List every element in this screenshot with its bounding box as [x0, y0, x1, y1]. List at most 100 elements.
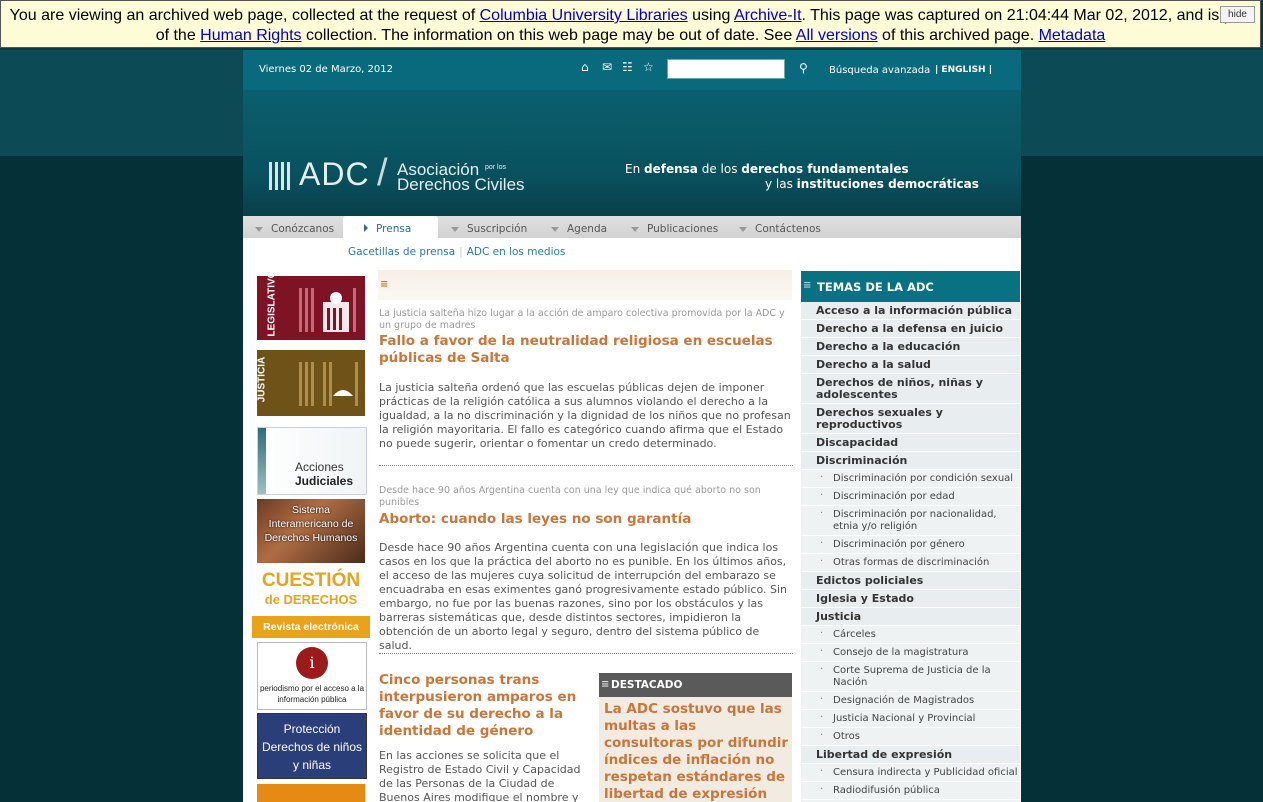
article-2-kicker: Desde hace 90 años Argentina cuenta con … — [379, 485, 761, 508]
columbia-link[interactable]: Columbia University Libraries — [480, 7, 688, 24]
tagline-line2: y las instituciones democráticas — [765, 177, 979, 191]
hide-button[interactable]: hide — [1220, 6, 1255, 23]
archive-banner: You are viewing an archived web page, co… — [0, 0, 1261, 48]
temas-category-item[interactable]: Derecho a la defensa en juicio — [801, 320, 1020, 338]
logo-bars-icon[interactable] — [269, 162, 293, 190]
archive-text-5: of this archived page. — [877, 27, 1039, 44]
article-2-body: Desde hace 90 años Argentina cuenta con … — [379, 541, 787, 652]
scales-icon — [299, 362, 358, 406]
temas-category-item[interactable]: Derechos sexuales y reproductivos — [801, 404, 1020, 434]
justicia-label: JUSTICIA — [256, 356, 268, 403]
temas-subcategory-item[interactable]: Otros — [801, 728, 1020, 746]
periodismo-label: periodismo por el acceso a la informació… — [259, 684, 365, 704]
articles-header: ≡ — [378, 270, 792, 300]
article-1-title[interactable]: Fallo a favor de la neutralidad religios… — [379, 333, 789, 367]
proteccion-banner[interactable]: Protección Derechos de niños y niñas — [257, 713, 367, 779]
nav-conozcanos[interactable]: Conózcanos — [255, 223, 334, 235]
acciones-label: Acciones — [295, 460, 344, 474]
page: Viernes 02 de Marzo, 2012 ⌂ ✉ ☷ ☆ ⚲ Búsq… — [243, 50, 1021, 802]
temas-category-item[interactable]: Edictos policiales — [801, 572, 1020, 590]
temas-category-item[interactable]: Discriminación — [801, 452, 1020, 470]
search-icon[interactable]: ⚲ — [799, 61, 808, 75]
list-icon: ≡ — [803, 280, 812, 291]
cuestion-label: CUESTIÓN — [261, 570, 361, 591]
top-bar: Viernes 02 de Marzo, 2012 ⌂ ✉ ☷ ☆ ⚲ Búsq… — [243, 50, 1021, 90]
all-versions-link[interactable]: All versions — [796, 27, 878, 44]
de-derechos-label: de DERECHOS — [264, 592, 358, 607]
subnav-gacetillas[interactable]: Gacetillas de prensa — [348, 246, 455, 258]
tagline-line1: En defensa de los derechos fundamentales — [625, 162, 909, 176]
nav-publicaciones[interactable]: Publicaciones — [631, 223, 718, 235]
english-link[interactable]: | ENGLISH | — [935, 65, 992, 75]
logo-slash: / — [377, 152, 388, 194]
advanced-search-link[interactable]: Búsqueda avanzada — [829, 65, 930, 76]
temas-category-item[interactable]: Derechos de niños, niñas y adolescentes — [801, 374, 1020, 404]
temas-subcategory-item[interactable]: Consejo de la magistratura — [801, 644, 1020, 662]
logo-adc[interactable]: ADC — [299, 156, 370, 193]
temas-category-item[interactable]: Libertad de expresión — [801, 746, 1020, 764]
temas-category-item[interactable]: Acceso a la información pública — [801, 302, 1020, 320]
star-icon[interactable]: ☆ — [643, 60, 654, 74]
temas-subcategory-item[interactable]: Discriminación por condición sexual — [801, 470, 1020, 488]
legislativo-label: LEGISLATIVO — [266, 270, 278, 337]
revista-label: Revista electrónica — [252, 616, 370, 638]
temas-subcategory-item[interactable]: Discriminación por nacionalidad, etnia y… — [801, 506, 1020, 536]
temas-subcategory-item[interactable]: Cárceles — [801, 626, 1020, 644]
sub-nav: Gacetillas de prensa | ADC en los medios — [348, 246, 566, 258]
orange-banner[interactable] — [257, 784, 365, 802]
destacado-label: DESTACADO — [611, 679, 683, 691]
temas-subcategory-item[interactable]: Discriminación por edad — [801, 488, 1020, 506]
temas-subcategory-item[interactable]: Radiodifusión pública — [801, 782, 1020, 800]
nav-prensa[interactable]: Prensa — [343, 216, 438, 238]
arrow-right-icon — [364, 224, 368, 232]
divider — [379, 465, 793, 466]
nav-agenda[interactable]: Agenda — [551, 223, 607, 235]
temas-subcategory-item[interactable]: Discriminación por género — [801, 536, 1020, 554]
archive-text-1: You are viewing an archived web page, co… — [9, 7, 480, 24]
article-3-body: En las acciones se solicita que el Regis… — [379, 749, 581, 802]
archive-it-link[interactable]: Archive-It — [734, 7, 802, 24]
home-icon[interactable]: ⌂ — [581, 60, 589, 74]
article-1-kicker: La justicia salteña hizo lugar a la acci… — [379, 308, 785, 331]
acciones-judiciales-banner[interactable]: Acciones Judiciales — [257, 427, 367, 495]
periodismo-banner[interactable]: i periodismo por el acceso a la informac… — [257, 642, 367, 710]
destacado-title[interactable]: La ADC sostuvo que las multas a las cons… — [604, 701, 789, 802]
archive-text-2: using — [687, 7, 734, 24]
sistema-interamericano-banner[interactable]: Sistema Interamericano de Derechos Human… — [257, 499, 365, 563]
temas-subcategory-item[interactable]: Designación de Magistrados — [801, 692, 1020, 710]
article-1-body: La justicia salteña ordenó que las escue… — [379, 381, 791, 450]
temas-category-item[interactable]: Derecho a la salud — [801, 356, 1020, 374]
acciones-bar — [258, 428, 266, 494]
human-rights-link[interactable]: Human Rights — [200, 27, 301, 44]
logo-name-line2: Derechos Civiles — [397, 175, 525, 194]
temas-list: Acceso a la información pública Derecho a… — [801, 302, 1020, 802]
temas-category-item[interactable]: Discapacidad — [801, 434, 1020, 452]
article-2-title[interactable]: Aborto: cuando las leyes no son garantía — [379, 511, 789, 528]
list-icon: ≡ — [380, 279, 389, 290]
temas-subcategory-item[interactable]: Corte Suprema de Justicia de la Nación — [801, 662, 1020, 692]
current-date: Viernes 02 de Marzo, 2012 — [259, 64, 393, 75]
divider — [379, 653, 793, 654]
justicia-banner[interactable]: JUSTICIA — [256, 350, 365, 416]
temas-category-item[interactable]: Justicia — [801, 608, 1020, 626]
temas-category-item[interactable]: Iglesia y Estado — [801, 590, 1020, 608]
article-3-title[interactable]: Cinco personas trans interpusieron ampar… — [379, 672, 579, 740]
temas-category-item[interactable]: Derecho a la educación — [801, 338, 1020, 356]
site-header: ADC / Asociación por los Derechos Civile… — [243, 90, 1021, 216]
capitol-icon — [299, 288, 356, 332]
nav-suscripcion[interactable]: Suscripción — [451, 223, 527, 235]
subnav-adc-medios[interactable]: ADC en los medios — [467, 246, 566, 258]
proteccion-label: Protección Derechos de niños y niñas — [261, 722, 363, 772]
nav-contactenos[interactable]: Contáctenos — [739, 223, 821, 235]
sitemap-icon[interactable]: ☷ — [622, 60, 633, 74]
mail-icon[interactable]: ✉ — [602, 60, 612, 74]
temas-subcategory-item[interactable]: Censura indirecta y Publicidad oficial — [801, 764, 1020, 782]
sistema-label: Sistema Interamericano de Derechos Human… — [264, 504, 358, 544]
temas-subcategory-item[interactable]: Otras formas de discriminación — [801, 554, 1020, 572]
search-input[interactable] — [667, 59, 785, 79]
metadata-link[interactable]: Metadata — [1039, 27, 1106, 44]
temas-subcategory-item[interactable]: Justicia Nacional y Provincial — [801, 710, 1020, 728]
destacado-header: ≡ DESTACADO — [599, 673, 792, 697]
cuestion-derechos-banner[interactable]: CUESTIÓN de DERECHOS Revista electrónica — [252, 566, 370, 640]
legislativo-banner[interactable]: LEGISLATIVO — [257, 271, 365, 340]
